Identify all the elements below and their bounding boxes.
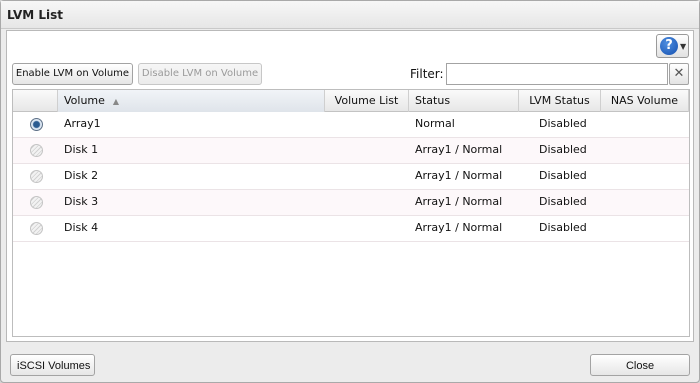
volume-cell: Disk 2	[64, 169, 99, 182]
help-icon: ?	[660, 37, 678, 55]
column-header-volume[interactable]: Volume ▲	[58, 90, 325, 112]
filter-label: Filter:	[410, 67, 444, 81]
table-row[interactable]: Disk 3 Array1 / Normal Disabled	[13, 190, 689, 216]
column-label: Volume	[64, 94, 105, 107]
row-select-radio[interactable]	[30, 144, 43, 157]
status-cell: Array1 / Normal	[415, 169, 503, 182]
column-header-status[interactable]: Status	[409, 90, 519, 112]
filter-input[interactable]	[446, 63, 668, 85]
status-cell: Normal	[415, 117, 455, 130]
column-header-select	[13, 90, 58, 112]
column-label: LVM Status	[529, 94, 590, 107]
row-select-radio[interactable]	[30, 222, 43, 235]
lvm-status-cell: Disabled	[539, 221, 587, 234]
status-cell: Array1 / Normal	[415, 195, 503, 208]
volume-cell: Disk 1	[64, 143, 99, 156]
column-header-volume-list[interactable]: Volume List	[325, 90, 409, 112]
table-row[interactable]: Disk 4 Array1 / Normal Disabled	[13, 216, 689, 242]
dialog-titlebar: LVM List	[1, 1, 699, 29]
lvm-status-cell: Disabled	[539, 169, 587, 182]
status-cell: Array1 / Normal	[415, 221, 503, 234]
row-select-radio[interactable]	[30, 196, 43, 209]
row-select-radio[interactable]	[30, 118, 43, 131]
help-menu-button[interactable]: ? ▼	[656, 34, 689, 58]
volume-cell: Array1	[64, 117, 101, 130]
column-header-lvm-status[interactable]: LVM Status	[519, 90, 601, 112]
sort-ascending-icon: ▲	[112, 97, 120, 106]
row-select-radio[interactable]	[30, 170, 43, 183]
lvm-status-cell: Disabled	[539, 117, 587, 130]
disable-lvm-button[interactable]: Disable LVM on Volume	[138, 63, 262, 85]
column-label: Volume List	[334, 94, 399, 107]
close-icon: ✕	[673, 66, 685, 81]
close-button[interactable]: Close	[590, 354, 690, 376]
table-header: Volume ▲ Volume List Status LVM Status NA…	[13, 90, 689, 112]
volume-cell: Disk 4	[64, 221, 99, 234]
lvm-status-cell: Disabled	[539, 143, 587, 156]
table-row[interactable]: Disk 2 Array1 / Normal Disabled	[13, 164, 689, 190]
volume-table: Volume ▲ Volume List Status LVM Status NA…	[12, 89, 690, 337]
column-header-nas-volume[interactable]: NAS Volume	[601, 90, 689, 112]
column-label: Status	[415, 94, 451, 107]
lvm-status-cell: Disabled	[539, 195, 587, 208]
clear-filter-button[interactable]: ✕	[669, 63, 689, 85]
enable-lvm-button[interactable]: Enable LVM on Volume	[12, 63, 133, 85]
lvm-list-dialog: LVM List ? ▼ Enable LVM on Volume Disabl…	[0, 0, 700, 383]
table-row[interactable]: Array1 Normal Disabled	[13, 112, 689, 138]
volume-cell: Disk 3	[64, 195, 99, 208]
status-cell: Array1 / Normal	[415, 143, 503, 156]
column-label: NAS Volume	[610, 94, 679, 107]
iscsi-volumes-button[interactable]: iSCSI Volumes	[10, 354, 95, 376]
chevron-down-icon: ▼	[680, 42, 687, 51]
table-row[interactable]: Disk 1 Array1 / Normal Disabled	[13, 138, 689, 164]
dialog-title: LVM List	[7, 8, 64, 22]
